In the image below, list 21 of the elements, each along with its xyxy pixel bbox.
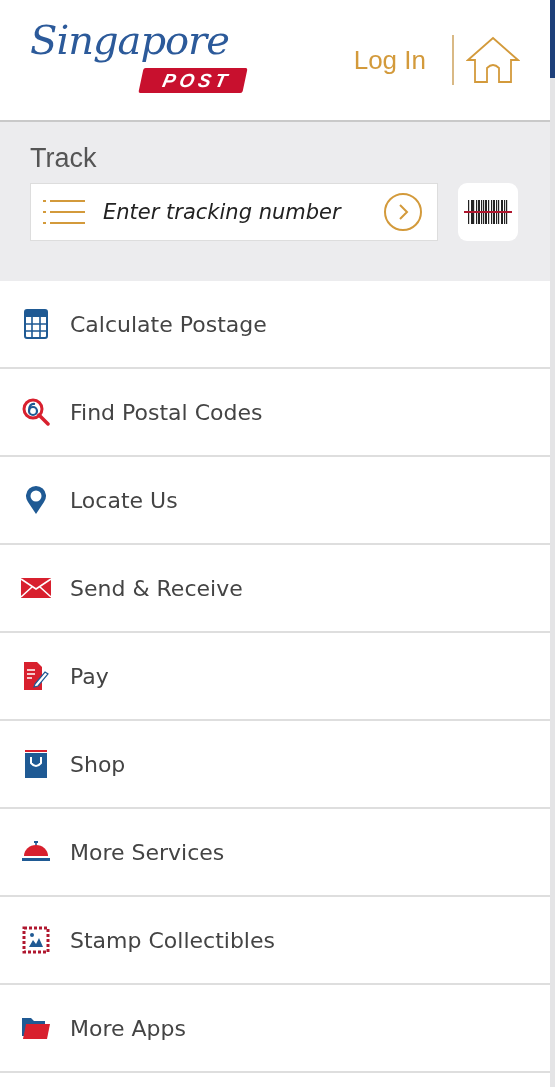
tracking-search-field[interactable]: Enter tracking number bbox=[30, 183, 438, 242]
menu-item[interactable]: Calculate Postage bbox=[0, 281, 550, 369]
stamp-icon bbox=[20, 926, 52, 954]
section-title: Track bbox=[30, 142, 98, 175]
menu-item[interactable]: Locate Us bbox=[0, 457, 550, 545]
menu-item[interactable]: Find Postal Codes bbox=[0, 369, 550, 457]
menu-item[interactable]: Shop bbox=[0, 721, 550, 809]
menu-item[interactable]: Pay bbox=[0, 633, 550, 721]
service-bell-icon bbox=[20, 841, 52, 863]
list-icon[interactable] bbox=[43, 198, 85, 227]
logo[interactable]: Singapore POST bbox=[28, 20, 253, 100]
folder-icon bbox=[20, 1016, 52, 1040]
tracking-number-field[interactable]: Enter tracking number bbox=[101, 195, 367, 230]
envelope-icon bbox=[20, 578, 52, 598]
menu-item[interactable]: More Apps bbox=[0, 985, 550, 1073]
search-icon bbox=[20, 398, 52, 426]
menu-item[interactable]: Send & Receive bbox=[0, 545, 550, 633]
menu-item[interactable]: Stamp Collectibles bbox=[0, 897, 550, 985]
home-icon[interactable] bbox=[466, 36, 520, 84]
barcode-scan-button[interactable] bbox=[458, 183, 518, 242]
menu-item[interactable]: More Services bbox=[0, 809, 550, 897]
